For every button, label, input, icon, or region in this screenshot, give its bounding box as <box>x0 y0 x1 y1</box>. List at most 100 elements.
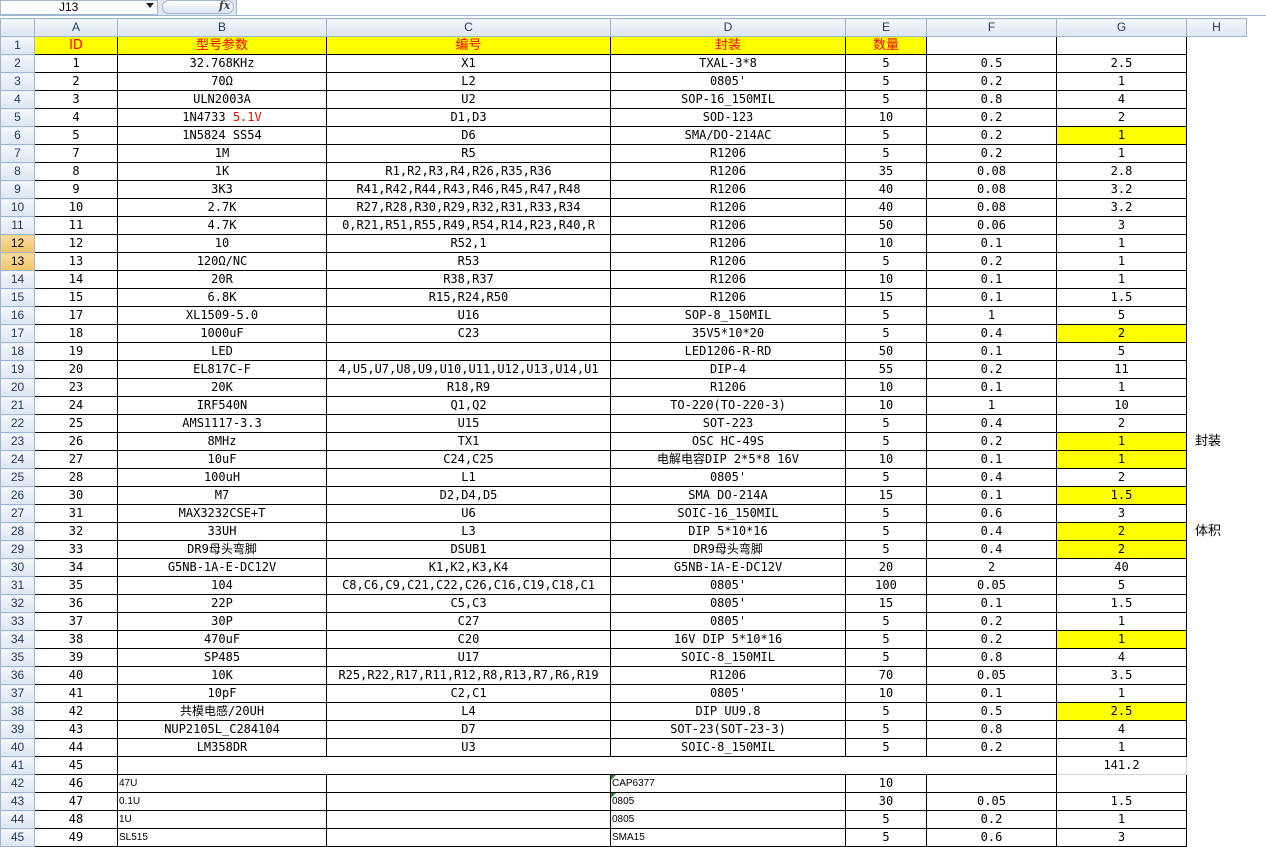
cell-g21[interactable]: 10 <box>1056 396 1187 415</box>
cell-d37[interactable]: 0805' <box>610 684 846 703</box>
cell-g22[interactable]: 2 <box>1056 414 1187 433</box>
cell-g28[interactable]: 2 <box>1056 522 1187 541</box>
cell-b8[interactable]: 1K <box>117 162 327 181</box>
cell-a41[interactable]: 45 <box>34 756 118 775</box>
cell-f23[interactable]: 0.2 <box>926 432 1057 451</box>
cell-a31[interactable]: 35 <box>34 576 118 595</box>
cell-a20[interactable]: 23 <box>34 378 118 397</box>
cell-d29[interactable]: DR9母头弯脚 <box>610 540 846 559</box>
cell-b16[interactable]: XL1509-5.0 <box>117 306 327 325</box>
cell-d11[interactable]: R1206 <box>610 216 846 235</box>
cell-g16[interactable]: 5 <box>1056 306 1187 325</box>
cell-d27[interactable]: SOIC-16_150MIL <box>610 504 846 523</box>
row-header-24[interactable]: 24 <box>0 450 35 469</box>
cell-a5[interactable]: 4 <box>34 108 118 127</box>
cell-d26[interactable]: SMA DO-214A <box>610 486 846 505</box>
row-header-10[interactable]: 10 <box>0 198 35 217</box>
cell-h34[interactable] <box>1187 631 1247 649</box>
cell-b3[interactable]: 70Ω <box>117 72 327 91</box>
cell-a1[interactable]: ID <box>34 36 118 55</box>
cell-d32[interactable]: 0805' <box>610 594 846 613</box>
cell-f28[interactable]: 0.4 <box>926 522 1057 541</box>
cell-g23[interactable]: 1 <box>1056 432 1187 451</box>
cell-g1[interactable] <box>1056 36 1187 55</box>
cell-h10[interactable] <box>1187 199 1247 217</box>
cell-g8[interactable]: 2.8 <box>1056 162 1187 181</box>
cell-f8[interactable]: 0.08 <box>926 162 1057 181</box>
cell-h29[interactable] <box>1187 541 1247 559</box>
cell-e4[interactable]: 5 <box>845 90 927 109</box>
cell-e24[interactable]: 10 <box>845 450 927 469</box>
cell-c34[interactable]: C20 <box>326 630 611 649</box>
cell-c3[interactable]: L2 <box>326 72 611 91</box>
cell-c13[interactable]: R53 <box>326 252 611 271</box>
cell-g30[interactable]: 40 <box>1056 558 1187 577</box>
cell-g33[interactable]: 1 <box>1056 612 1187 631</box>
cell-h14[interactable] <box>1187 271 1247 289</box>
row-header-2[interactable]: 2 <box>0 54 35 73</box>
cell-e10[interactable]: 40 <box>845 198 927 217</box>
cell-e25[interactable]: 5 <box>845 468 927 487</box>
cell-h21[interactable] <box>1187 397 1247 415</box>
cell-g17[interactable]: 2 <box>1056 324 1187 343</box>
cell-g20[interactable]: 1 <box>1056 378 1187 397</box>
cell-h23[interactable]: 封装 <box>1187 433 1247 451</box>
cell-a40[interactable]: 44 <box>34 738 118 757</box>
cell-e31[interactable]: 100 <box>845 576 927 595</box>
cell-a25[interactable]: 28 <box>34 468 118 487</box>
cell-c40[interactable]: U3 <box>326 738 611 757</box>
row-header-1[interactable]: 1 <box>0 36 35 55</box>
cell-h15[interactable] <box>1187 289 1247 307</box>
cell-f2[interactable]: 0.5 <box>926 54 1057 73</box>
row-header-44[interactable]: 44 <box>0 810 35 829</box>
cell-b45[interactable]: SL515 <box>117 828 327 847</box>
cell-f3[interactable]: 0.2 <box>926 72 1057 91</box>
cell-f24[interactable]: 0.1 <box>926 450 1057 469</box>
cell-b37[interactable]: 10pF <box>117 684 327 703</box>
cell-b24[interactable]: 10uF <box>117 450 327 469</box>
cell-h39[interactable] <box>1187 721 1247 739</box>
cell-g12[interactable]: 1 <box>1056 234 1187 253</box>
cell-a33[interactable]: 37 <box>34 612 118 631</box>
cell-d43[interactable]: 0805 <box>610 792 846 811</box>
cell-f13[interactable]: 0.2 <box>926 252 1057 271</box>
cell-e30[interactable]: 20 <box>845 558 927 577</box>
cell-e7[interactable]: 5 <box>845 144 927 163</box>
cell-f6[interactable]: 0.2 <box>926 126 1057 145</box>
cell-f31[interactable]: 0.05 <box>926 576 1057 595</box>
cell-h35[interactable] <box>1187 649 1247 667</box>
cell-f15[interactable]: 0.1 <box>926 288 1057 307</box>
cell-b17[interactable]: 1000uF <box>117 324 327 343</box>
cell-a30[interactable]: 34 <box>34 558 118 577</box>
cell-g45[interactable]: 3 <box>1056 828 1187 847</box>
cell-f14[interactable]: 0.1 <box>926 270 1057 289</box>
row-header-13[interactable]: 13 <box>0 252 35 271</box>
cell-d10[interactable]: R1206 <box>610 198 846 217</box>
cell-d8[interactable]: R1206 <box>610 162 846 181</box>
row-header-37[interactable]: 37 <box>0 684 35 703</box>
cell-c32[interactable]: C5,C3 <box>326 594 611 613</box>
cell-h28[interactable]: 体积 <box>1187 523 1247 541</box>
cell-e23[interactable]: 5 <box>845 432 927 451</box>
column-header-f[interactable]: F <box>926 18 1057 37</box>
name-box-dropdown-icon[interactable] <box>146 3 154 8</box>
cell-h37[interactable] <box>1187 685 1247 703</box>
cell-h43[interactable] <box>1187 793 1247 811</box>
cell-f33[interactable]: 0.2 <box>926 612 1057 631</box>
cell-e18[interactable]: 50 <box>845 342 927 361</box>
cell-a36[interactable]: 40 <box>34 666 118 685</box>
cell-a24[interactable]: 27 <box>34 450 118 469</box>
row-header-18[interactable]: 18 <box>0 342 35 361</box>
cell-h22[interactable] <box>1187 415 1247 433</box>
cell-h5[interactable] <box>1187 109 1247 127</box>
cell-h36[interactable] <box>1187 667 1247 685</box>
cell-c18[interactable] <box>326 342 611 361</box>
cell-e42[interactable]: 10 <box>845 774 927 793</box>
cell-h20[interactable] <box>1187 379 1247 397</box>
cell-g41[interactable]: 141.2 <box>1056 756 1187 775</box>
cell-a37[interactable]: 41 <box>34 684 118 703</box>
row-header-28[interactable]: 28 <box>0 522 35 541</box>
cell-g26[interactable]: 1.5 <box>1056 486 1187 505</box>
row-header-32[interactable]: 32 <box>0 594 35 613</box>
cell-d39[interactable]: SOT-23(SOT-23-3) <box>610 720 846 739</box>
